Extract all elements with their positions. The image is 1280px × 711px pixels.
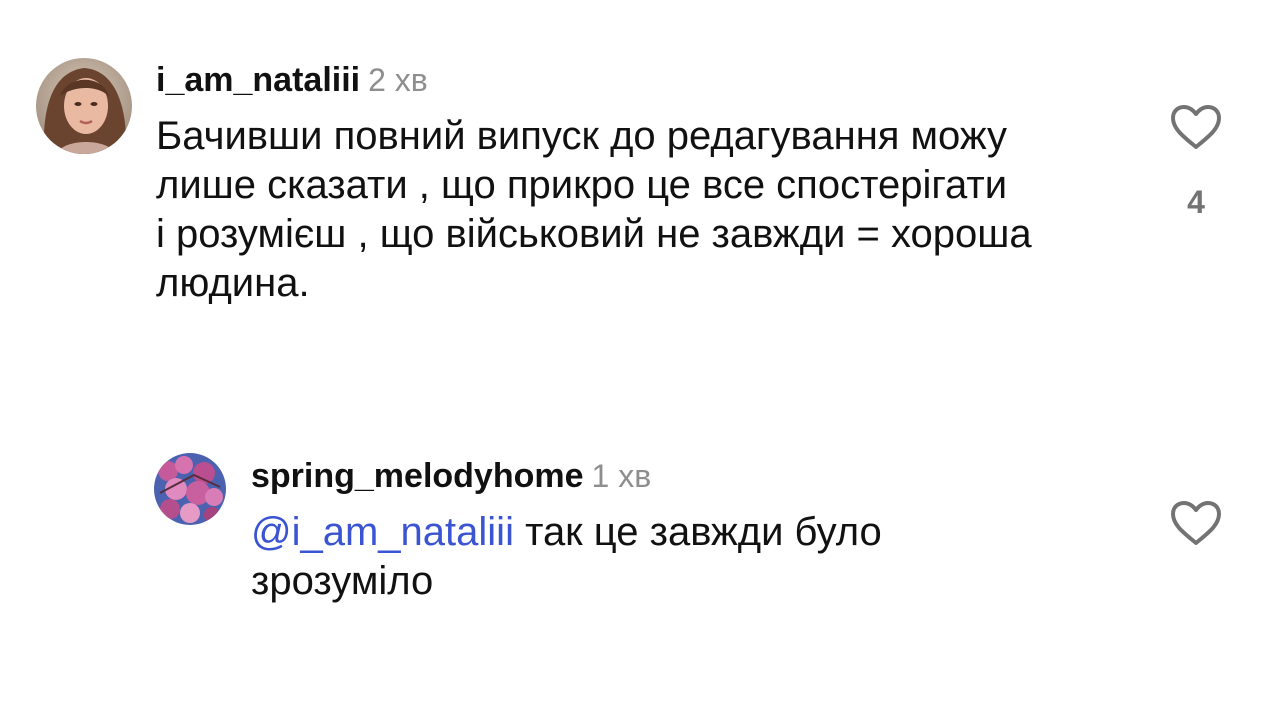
mention-link[interactable]: @i_am_nataliii: [251, 510, 514, 554]
comment-text-line: @i_am_nataliii так це завжди було: [251, 508, 882, 557]
like-count: 4: [1187, 184, 1205, 220]
comment-text-line: лише сказати , що прикро це все спостері…: [156, 163, 1008, 207]
comment-text-line: Бачивши повний випуск до редагування мож…: [156, 114, 1008, 158]
timestamp: 1 хв: [591, 458, 652, 494]
like-button[interactable]: [1170, 500, 1222, 546]
avatar[interactable]: [154, 453, 226, 525]
heart-outline-icon: [1171, 501, 1221, 545]
comment-text-line: людина.: [156, 261, 310, 305]
heart-outline-icon: [1171, 105, 1221, 149]
avatar[interactable]: [36, 58, 132, 154]
like-button[interactable]: [1170, 104, 1222, 150]
comment-text-segment: так це завжди було: [513, 510, 882, 554]
username[interactable]: i_am_nataliii: [156, 61, 360, 99]
comment-header: i_am_nataliii 2 хв: [156, 63, 428, 97]
comment-text-line: зрозуміло: [251, 559, 434, 603]
comment-text: Бачивши повний випуск до редагування мож…: [156, 112, 1032, 308]
timestamp: 2 хв: [368, 62, 428, 98]
comment-header: spring_melodyhome 1 хв: [251, 459, 651, 493]
comment-text: @i_am_nataliii так це завжди було зрозум…: [251, 508, 882, 606]
username[interactable]: spring_melodyhome: [251, 457, 584, 495]
comment-text-line: і розумієш , що військовий не завжди = х…: [156, 212, 1032, 256]
